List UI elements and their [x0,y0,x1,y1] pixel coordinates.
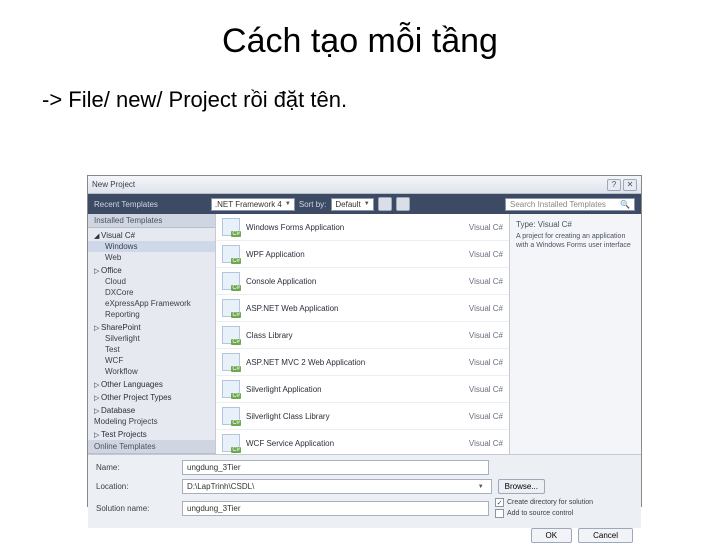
template-item[interactable]: Class LibraryVisual C# [216,322,509,349]
template-item[interactable]: WCF Service ApplicationVisual C# [216,430,509,454]
template-icon [222,380,240,398]
sidebar-item-windows[interactable]: Windows [88,241,215,252]
sort-by-label: Sort by: [299,200,327,209]
chevron-down-icon: ▼ [285,201,291,207]
template-icon [222,407,240,425]
recent-templates-label: Recent Templates [94,200,158,209]
search-input[interactable]: Search Installed Templates 🔍 [505,198,635,211]
template-icon [222,353,240,371]
solution-name-input[interactable]: ungdung_3Tier [182,501,489,516]
template-item[interactable]: ASP.NET MVC 2 Web ApplicationVisual C# [216,349,509,376]
cancel-button[interactable]: Cancel [578,528,633,543]
framework-select[interactable]: .NET Framework 4▼ [211,198,295,211]
template-item[interactable]: WPF ApplicationVisual C# [216,241,509,268]
sidebar-item[interactable]: Workflow [88,366,215,377]
new-project-dialog: New Project ? ✕ Recent Templates .NET Fr… [87,175,642,507]
sidebar-item[interactable]: Cloud [88,276,215,287]
location-label: Location: [96,482,176,491]
dialog-title: New Project [92,180,607,189]
sidebar-item[interactable]: Reporting [88,309,215,320]
browse-button[interactable]: Browse... [498,479,545,494]
view-small-icon[interactable] [378,197,392,211]
template-item[interactable]: Silverlight Class LibraryVisual C# [216,403,509,430]
template-icon [222,272,240,290]
sidebar-item[interactable]: Test [88,344,215,355]
sidebar-item[interactable]: Silverlight [88,333,215,344]
sidebar-item[interactable]: ▷Test Projects [88,427,215,440]
sidebar-item[interactable]: Modeling Projects [88,416,215,427]
template-icon [222,326,240,344]
description-text: A project for creating an application wi… [516,232,635,250]
template-item[interactable]: Windows Forms ApplicationVisual C# [216,214,509,241]
templates-sidebar: Installed Templates ◢Visual C# Windows W… [88,214,216,454]
sidebar-item[interactable]: ▷Other Project Types [88,390,215,403]
chevron-down-icon: ▼ [364,201,370,207]
template-icon [222,218,240,236]
slide-instruction-text: -> File/ new/ Project rồi đặt tên. [0,61,720,123]
sidebar-header-online[interactable]: Online Templates [88,440,215,454]
source-control-checkbox[interactable]: Add to source control [495,509,633,518]
dialog-bottom-panel: Name: ungdung_3Tier Location: D:\LapTrin… [88,454,641,528]
solution-name-label: Solution name: [96,504,176,513]
template-icon [222,434,240,452]
help-button[interactable]: ? [607,179,621,191]
sort-select[interactable]: Default▼ [331,198,373,211]
template-item[interactable]: Console ApplicationVisual C# [216,268,509,295]
sidebar-item[interactable]: ▷SharePoint [88,320,215,333]
template-icon [222,299,240,317]
dialog-titlebar: New Project ? ✕ [88,176,641,194]
sidebar-item[interactable]: eXpressApp Framework [88,298,215,309]
create-directory-checkbox[interactable]: ✓Create directory for solution [495,498,633,507]
sidebar-item[interactable]: ▷Other Languages [88,377,215,390]
template-icon [222,245,240,263]
close-button[interactable]: ✕ [623,179,637,191]
dialog-toolbar: Recent Templates .NET Framework 4▼ Sort … [88,194,641,214]
dialog-footer: OK Cancel [88,528,641,549]
slide-title: Cách tạo mỗi tầng [0,0,720,61]
type-label: Type: Visual C# [516,220,635,229]
ok-button[interactable]: OK [531,528,573,543]
chevron-down-icon: ▼ [475,484,487,490]
search-icon: 🔍 [620,200,630,209]
view-large-icon[interactable] [396,197,410,211]
sidebar-item[interactable]: Web [88,252,215,263]
name-label: Name: [96,463,176,472]
sidebar-item[interactable]: ▷Office [88,263,215,276]
location-input[interactable]: D:\LapTrinh\CSDL\▼ [182,479,492,494]
template-item[interactable]: Silverlight ApplicationVisual C# [216,376,509,403]
sidebar-item[interactable]: DXCore [88,287,215,298]
template-item[interactable]: ASP.NET Web ApplicationVisual C# [216,295,509,322]
sidebar-item[interactable]: ▷Database [88,403,215,416]
sidebar-header-installed: Installed Templates [88,214,215,228]
template-description-panel: Type: Visual C# A project for creating a… [509,214,641,454]
name-input[interactable]: ungdung_3Tier [182,460,489,475]
sidebar-group-visual-csharp[interactable]: ◢Visual C# [88,228,215,241]
sidebar-item[interactable]: WCF [88,355,215,366]
templates-list: Windows Forms ApplicationVisual C# WPF A… [216,214,509,454]
